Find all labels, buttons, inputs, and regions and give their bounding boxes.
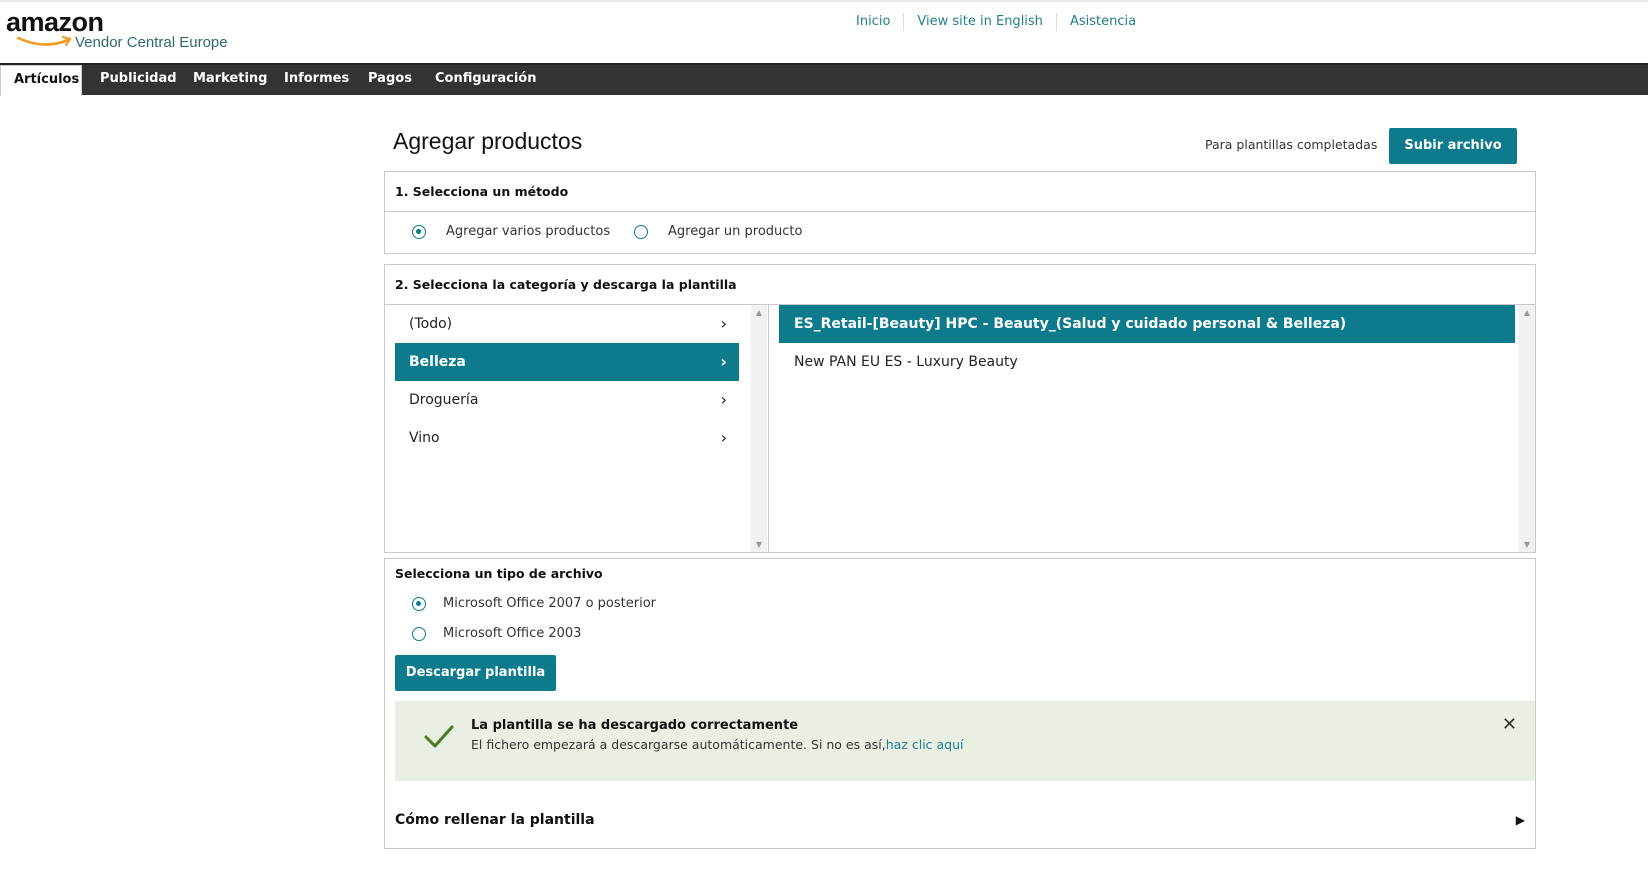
category-scrollbar[interactable]: ▲ ▼	[751, 305, 767, 552]
category-item-label: Belleza	[409, 354, 466, 370]
chevron-right-icon: ›	[720, 428, 727, 447]
top-links: Inicio View site in English Asistencia	[848, 13, 1149, 31]
radio-single-product[interactable]	[634, 225, 648, 239]
alert-title: La plantilla se ha descargado correctame…	[471, 718, 799, 733]
page-title: Agregar productos	[393, 128, 583, 154]
upload-file-button[interactable]: Subir archivo	[1389, 128, 1517, 164]
category-item-label: (Todo)	[409, 316, 453, 332]
howto-label[interactable]: Cómo rellenar la plantilla	[395, 812, 595, 828]
method-heading: 1. Selecciona un método	[385, 172, 1535, 212]
checkmark-icon	[424, 725, 454, 748]
scroll-down-icon[interactable]: ▼	[1519, 540, 1535, 549]
close-icon[interactable]: ✕	[1502, 714, 1517, 735]
radio-single-product-label[interactable]: Agregar un producto	[668, 224, 802, 239]
template-item-luxury-beauty[interactable]: New PAN EU ES - Luxury Beauty	[779, 343, 1515, 381]
category-item-belleza[interactable]: Belleza ›	[395, 343, 739, 381]
category-item-todo[interactable]: (Todo) ›	[395, 305, 739, 343]
tab-publicidad[interactable]: Publicidad	[100, 65, 177, 95]
radio-multiple-products-label[interactable]: Agregar varios productos	[446, 224, 610, 239]
method-panel: 1. Selecciona un método Agregar varios p…	[384, 171, 1536, 254]
chevron-right-icon: ›	[720, 352, 727, 371]
alert-link[interactable]: haz clic aquí	[886, 737, 964, 752]
download-template-button[interactable]: Descargar plantilla	[395, 655, 556, 691]
chevron-right-icon: ›	[720, 314, 727, 333]
amazon-logo[interactable]: amazon Vendor Central Europe	[6, 7, 228, 52]
radio-office-2003-label[interactable]: Microsoft Office 2003	[443, 626, 581, 641]
tab-articulos[interactable]: Artículos	[0, 65, 82, 96]
tab-informes[interactable]: Informes	[284, 65, 349, 95]
alert-message-line: El fichero empezará a descargarse automá…	[471, 737, 964, 752]
tab-marketing[interactable]: Marketing	[193, 65, 267, 95]
radio-office-2003[interactable]	[412, 627, 426, 641]
scroll-up-icon[interactable]: ▲	[1519, 308, 1535, 317]
radio-multiple-products[interactable]	[412, 225, 426, 239]
link-inicio[interactable]: Inicio	[848, 13, 903, 31]
radio-office-2007-label[interactable]: Microsoft Office 2007 o posterior	[443, 596, 656, 611]
category-item-drogueria[interactable]: Droguería ›	[395, 381, 739, 419]
category-list: (Todo) › Belleza › Droguería › Vino › ▲ …	[385, 305, 769, 552]
link-view-site-english[interactable]: View site in English	[903, 13, 1056, 31]
scroll-up-icon[interactable]: ▲	[751, 308, 767, 317]
tab-pagos[interactable]: Pagos	[368, 65, 412, 95]
category-heading: 2. Selecciona la categoría y descarga la…	[385, 265, 1535, 305]
success-alert: La plantilla se ha descargado correctame…	[395, 701, 1535, 781]
logo-subtitle: Vendor Central Europe	[75, 34, 228, 51]
category-item-label: Vino	[409, 430, 440, 446]
top-header: amazon Vendor Central Europe Inicio View…	[0, 0, 1648, 62]
alert-message: El fichero empezará a descargarse automá…	[471, 737, 886, 752]
filetype-panel: Selecciona un tipo de archivo Microsoft …	[384, 558, 1536, 849]
category-item-vino[interactable]: Vino ›	[395, 419, 739, 457]
completed-templates-label: Para plantillas completadas	[1205, 137, 1378, 152]
link-asistencia[interactable]: Asistencia	[1055, 13, 1149, 31]
template-item-hpc-beauty[interactable]: ES_Retail-[Beauty] HPC - Beauty_(Salud y…	[779, 305, 1515, 343]
main-nav: Artículos Publicidad Marketing Informes …	[0, 63, 1648, 96]
radio-office-2007[interactable]	[412, 597, 426, 611]
filetype-heading: Selecciona un tipo de archivo	[395, 566, 603, 581]
template-list: ES_Retail-[Beauty] HPC - Beauty_(Salud y…	[770, 305, 1535, 552]
template-scrollbar[interactable]: ▲ ▼	[1519, 305, 1535, 552]
category-panel: 2. Selecciona la categoría y descarga la…	[384, 264, 1536, 553]
smile-arrow-icon	[16, 35, 72, 47]
tab-configuracion[interactable]: Configuración	[435, 65, 536, 95]
category-item-label: Droguería	[409, 392, 479, 408]
chevron-right-icon: ›	[720, 390, 727, 409]
caret-right-icon[interactable]: ▶	[1516, 813, 1525, 827]
scroll-down-icon[interactable]: ▼	[751, 540, 767, 549]
logo-wordmark: amazon	[6, 7, 104, 37]
